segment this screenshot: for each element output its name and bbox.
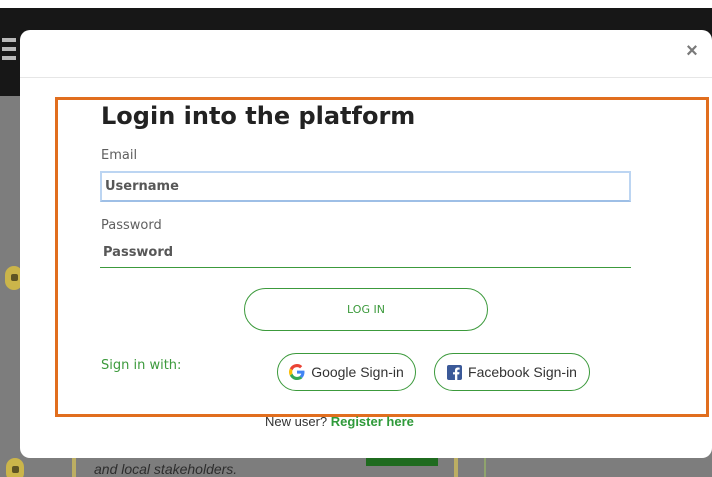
modal-header-divider — [20, 77, 712, 78]
facebook-icon — [447, 364, 463, 380]
password-input[interactable] — [100, 237, 631, 268]
close-button[interactable]: × — [683, 40, 701, 62]
facebook-signin-button[interactable]: Facebook Sign-in — [434, 353, 590, 391]
login-modal: × Login into the platform Email Password… — [20, 30, 712, 458]
page-title: Login into the platform — [101, 102, 416, 130]
background-italic-text: and local stakeholders. — [94, 461, 238, 477]
sign-in-with-label: Sign in with: — [101, 358, 182, 373]
google-icon — [289, 364, 305, 380]
new-user-text: New user? — [265, 414, 328, 429]
login-button-label: LOG IN — [347, 303, 385, 316]
username-input[interactable] — [100, 171, 631, 202]
background-marker-icon — [6, 458, 24, 477]
register-link[interactable]: Register here — [331, 414, 414, 429]
facebook-signin-label: Facebook Sign-in — [468, 364, 577, 380]
google-signin-button[interactable]: Google Sign-in — [277, 353, 416, 391]
hamburger-menu-icon — [2, 38, 16, 60]
google-signin-label: Google Sign-in — [311, 364, 404, 380]
register-prompt: New user? Register here — [265, 414, 414, 429]
background-browser-strip — [0, 0, 712, 8]
password-label: Password — [101, 218, 162, 233]
login-button[interactable]: LOG IN — [244, 288, 488, 331]
email-label: Email — [101, 148, 138, 163]
